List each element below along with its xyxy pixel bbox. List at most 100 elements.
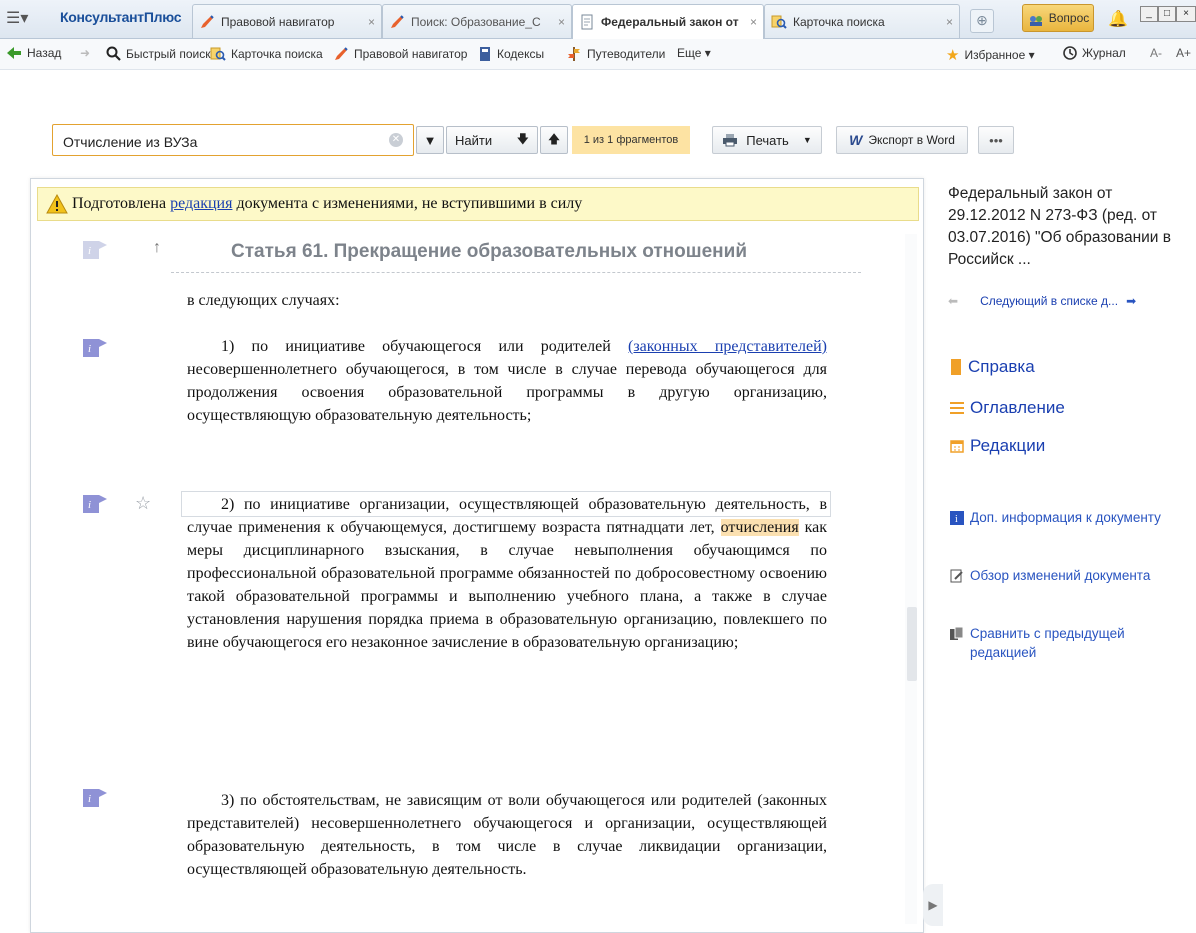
right-arrow-icon[interactable]: ➡ [1126,294,1136,308]
star-icon: ★ [946,47,960,64]
info-flag-icon[interactable]: i [83,789,107,807]
editions-link[interactable]: Редакции [950,436,1045,456]
search-icon [106,46,121,61]
search-highlight: отчисления [720,519,799,536]
svg-text:i: i [88,793,91,805]
edition-link[interactable]: редакция [170,195,232,213]
book-icon [480,47,490,61]
info-flag-icon[interactable]: i [83,495,107,513]
up-arrow-icon[interactable]: ↑ [153,239,161,257]
tab-bar: ☰▾ КонсультантПлюс Правовой навигатор × … [0,0,1196,39]
next-in-list-label: Следующий в списке д... [980,294,1119,308]
search-input[interactable] [61,131,385,153]
more-menu[interactable]: Еще ▾ [677,46,711,60]
article-title: Статья 61. Прекращение образовательных о… [231,241,747,262]
close-icon[interactable]: × [368,15,375,29]
scrollbar[interactable] [905,234,917,924]
left-arrow-icon[interactable]: ⬅ [948,294,958,308]
tab-search-card[interactable]: Карточка поиска × [764,4,960,38]
font-decrease-button[interactable]: A- [1150,46,1162,60]
tab-label: Карточка поиска [793,14,885,29]
app-brand[interactable]: КонсультантПлюс [60,9,181,25]
bookmark-star-icon[interactable]: ☆ [135,493,151,514]
printer-icon [723,134,738,147]
close-icon[interactable]: × [750,15,757,29]
font-increase-button[interactable]: A+ [1176,46,1191,60]
info-flag-icon[interactable]: i [83,241,107,259]
up-arrow-icon: 🡅 [547,131,561,146]
search-card-button[interactable]: Карточка поиска [210,46,323,62]
calendar-icon [950,440,964,453]
paragraph-1: 1) по инициативе обучающегося или родите… [187,335,827,427]
pen-icon [391,14,404,28]
export-word-button[interactable]: W Экспорт в Word [836,126,968,154]
compare-previous-link[interactable]: Сравнить с предыдущей редакцией [950,624,1170,662]
notice-text-post: документа с изменениями, не вступившими … [232,195,583,212]
panel-toggle-icon[interactable]: ▶ [923,884,943,926]
find-button[interactable]: Найти 🡇 [446,126,538,154]
tab-federal-law[interactable]: Федеральный закон от × [572,4,764,39]
tab-legal-navigator[interactable]: Правовой навигатор × [192,4,382,38]
menu-icon[interactable]: ☰▾ [6,9,38,29]
reference-label: Справка [968,357,1035,376]
codes-button[interactable]: Кодексы [478,46,544,62]
print-label: Печать [746,132,789,148]
guides-button[interactable]: Путеводители [566,46,665,62]
clear-icon[interactable]: ✕ [389,133,403,147]
favorites-menu[interactable]: ★ Избранное ▾ [946,46,1035,64]
contents-link[interactable]: Оглавление [950,398,1065,418]
close-icon[interactable]: × [558,15,565,29]
find-previous-button[interactable]: 🡅 [540,126,568,154]
back-arrow-icon [7,47,21,59]
legal-representatives-link[interactable]: (законных представителей) [628,338,827,355]
quick-search-button[interactable]: Быстрый поиск [106,46,210,61]
more-options-button[interactable]: ••• [978,126,1014,154]
search-dropdown-button[interactable]: ▼ [416,126,444,154]
fragment-counter: 1 из 1 фрагментов [572,126,690,154]
forward-arrow-icon[interactable]: ➜ [80,46,90,60]
close-icon[interactable]: × [946,15,953,29]
document-icon [581,14,593,30]
journal-label: Журнал [1082,46,1126,60]
paragraph-2: 2) по инициативе организации, осуществля… [187,493,827,654]
document-frame: Подготовлена редакция документа с измене… [30,178,924,933]
editions-label: Редакции [970,436,1046,455]
back-button[interactable]: Назад [6,46,61,60]
changes-review-link[interactable]: Обзор изменений документа [950,566,1170,585]
warning-icon [46,194,68,214]
maximize-button[interactable]: □ [1158,6,1176,22]
new-tab-plus-icon[interactable]: ⊕ [970,9,994,33]
search-card-label: Карточка поиска [231,47,323,61]
svg-text:i: i [88,245,91,257]
next-in-list-link[interactable]: ⬅ Следующий в списке д... ➡ [948,294,1188,308]
changes-review-label: Обзор изменений документа [970,568,1151,583]
scrollbar-thumb[interactable] [907,607,917,681]
minimize-button[interactable]: _ [1140,6,1158,22]
bell-icon[interactable]: 🔔 [1108,9,1128,29]
reference-link[interactable]: Справка [950,357,1035,377]
question-button[interactable]: Вопрос [1022,4,1094,32]
search-box: ✕ [52,124,414,156]
list-icon [950,402,964,414]
favorites-label: Избранное ▾ [964,48,1035,62]
tab-label: Поиск: Образование_С [411,14,541,29]
journal-button[interactable]: Журнал [1063,46,1126,60]
pen-icon [335,47,348,60]
tab-search-education[interactable]: Поиск: Образование_С × [382,4,572,38]
document-title: Федеральный закон от 29.12.2012 N 273-ФЗ… [948,185,1172,268]
info-flag-icon[interactable]: i [83,339,107,357]
contents-label: Оглавление [970,398,1065,417]
question-label: Вопрос [1048,11,1090,25]
print-button[interactable]: Печать ▼ [712,126,822,154]
compare-previous-label: Сравнить с предыдущей редакцией [970,626,1125,660]
p2-text-post: как меры дисциплинарного взыскания, в сл… [187,519,828,651]
navigation-bar: Назад ➜ Быстрый поиск Карточка поиска Пр… [0,39,1196,70]
close-window-button[interactable]: × [1176,6,1196,22]
tab-label: Федеральный закон от [601,15,739,29]
word-icon: W [849,132,863,148]
legal-navigator-button[interactable]: Правовой навигатор [333,46,467,62]
extra-info-link[interactable]: i Доп. информация к документу [950,508,1170,527]
chevron-down-icon: ▼ [802,135,812,145]
find-label: Найти [455,132,493,148]
p1-text: 1) по инициативе обучающегося или родите… [221,338,629,355]
